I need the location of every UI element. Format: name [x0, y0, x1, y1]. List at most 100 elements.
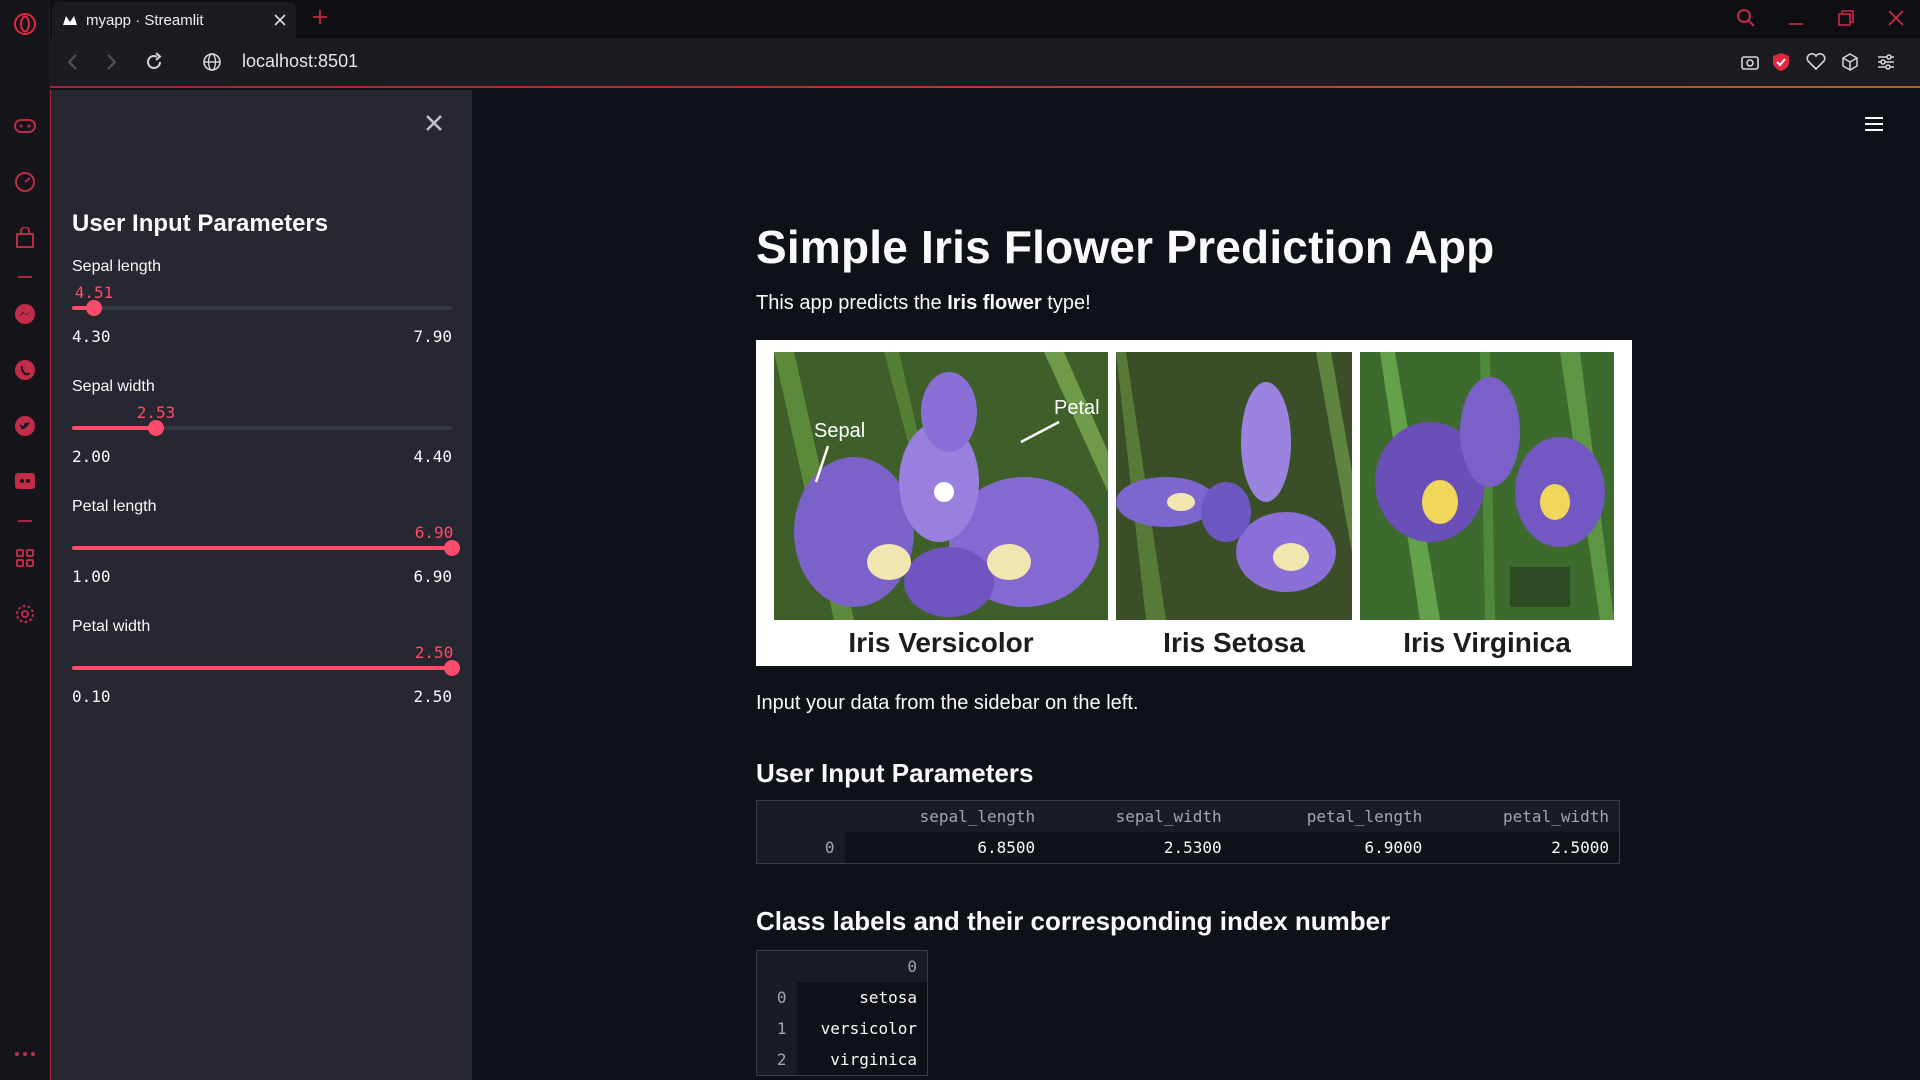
browser-tab[interactable]: myapp · Streamlit: [52, 2, 296, 38]
new-tab-icon[interactable]: [312, 9, 328, 25]
reload-icon[interactable]: [144, 52, 164, 72]
close-tab-icon[interactable]: [274, 14, 286, 26]
row-index: 1: [756, 1013, 797, 1044]
minimize-icon[interactable]: [1786, 8, 1806, 28]
row-index: 2: [756, 1044, 797, 1076]
user-input-dataframe[interactable]: sepal_length sepal_width petal_length pe…: [756, 800, 1620, 864]
twitter-icon[interactable]: [13, 414, 37, 438]
close-sidebar-icon[interactable]: [425, 114, 443, 132]
search-tabs-icon[interactable]: [1736, 8, 1756, 28]
slider-label: Sepal length: [72, 258, 161, 275]
slider-min: 4.30: [72, 327, 111, 346]
shopping-bag-icon[interactable]: [13, 226, 37, 250]
slider-track[interactable]: [72, 540, 460, 556]
url-field[interactable]: localhost:8501: [242, 51, 358, 72]
petal-width-slider[interactable]: Petal width 2.50 0.10 2.50: [72, 618, 460, 716]
site-info-globe-icon[interactable]: [202, 52, 222, 72]
snapshot-camera-icon[interactable]: [1740, 53, 1760, 71]
messenger-icon[interactable]: [13, 302, 37, 326]
slider-max: 7.90: [413, 327, 452, 346]
class-labels-dataframe[interactable]: 0 0 setosa 1 versicolor 2 virginica: [756, 950, 928, 1076]
caption-setosa: Iris Setosa: [1163, 627, 1305, 658]
tab-strip: myapp · Streamlit: [50, 0, 1920, 38]
streamlit-sidebar: User Input Parameters Sepal length 4.51 …: [50, 90, 472, 1080]
column-header[interactable]: sepal_width: [1045, 800, 1232, 832]
sidebar-heading: User Input Parameters: [72, 210, 329, 237]
params-heading: User Input Parameters: [756, 758, 1034, 788]
instruction-text: Input your data from the sidebar on the …: [756, 692, 1139, 714]
slider-thumb[interactable]: [86, 300, 102, 316]
slider-value: 6.90: [414, 523, 454, 542]
workspaces-icon[interactable]: [13, 546, 37, 570]
slider-fill: [72, 426, 156, 430]
table-cell[interactable]: versicolor: [796, 1013, 928, 1044]
slider-label: Petal length: [72, 498, 157, 515]
petal-length-slider[interactable]: Petal length 6.90 1.00 6.90: [72, 498, 460, 596]
settings-gear-icon[interactable]: [13, 602, 37, 626]
column-header[interactable]: sepal_length: [844, 800, 1046, 832]
address-bar: localhost:8501: [50, 38, 1920, 88]
table-row: 1 versicolor: [756, 1013, 928, 1044]
slider-min: 0.10: [72, 687, 111, 706]
table-cell[interactable]: 2.5000: [1432, 832, 1620, 864]
forward-icon[interactable]: [102, 53, 120, 71]
extensions-cube-icon[interactable]: [1840, 52, 1860, 72]
row-index: 0: [756, 982, 797, 1013]
iris-virginica-photo: [1360, 352, 1614, 620]
slider-max: 2.50: [413, 687, 452, 706]
slider-label: Sepal width: [72, 378, 155, 395]
table-header-row: 0: [756, 950, 928, 982]
caption-versicolor: Iris Versicolor: [848, 627, 1034, 658]
slider-min: 2.00: [72, 447, 111, 466]
slider-track[interactable]: [72, 300, 452, 316]
iris-versicolor-photo: Sepal Petal: [774, 352, 1108, 620]
hamburger-menu-icon[interactable]: [1864, 116, 1884, 132]
column-header[interactable]: petal_length: [1231, 800, 1433, 832]
easy-setup-icon[interactable]: [1876, 53, 1896, 71]
table-cell[interactable]: setosa: [796, 982, 928, 1013]
table-cell[interactable]: 2.5300: [1045, 832, 1232, 864]
sepal-width-slider[interactable]: Sepal width 2.53 2.00 4.40: [72, 378, 452, 476]
whatsapp-icon[interactable]: [13, 358, 37, 382]
close-window-icon[interactable]: [1886, 8, 1906, 28]
streamlit-favicon-icon: [62, 14, 78, 26]
back-icon[interactable]: [64, 53, 82, 71]
bookmark-heart-icon[interactable]: [1806, 53, 1826, 71]
slider-fill: [72, 666, 452, 670]
sepal-annotation: Sepal: [814, 420, 866, 442]
table-cell[interactable]: virginica: [796, 1044, 928, 1076]
slider-min: 1.00: [72, 567, 111, 586]
table-cell[interactable]: 6.8500: [844, 832, 1046, 864]
classes-heading: Class labels and their corresponding ind…: [756, 906, 1391, 936]
index-header: [756, 950, 797, 982]
slider-thumb[interactable]: [444, 540, 460, 556]
main-content: Simple Iris Flower Prediction App This a…: [472, 90, 1920, 1080]
column-header[interactable]: 0: [796, 950, 928, 982]
slider-track[interactable]: [72, 420, 452, 436]
index-header: [756, 800, 845, 832]
slider-fill: [72, 546, 452, 550]
slider-track[interactable]: [72, 660, 460, 676]
slider-thumb[interactable]: [148, 420, 164, 436]
column-header[interactable]: petal_width: [1432, 800, 1620, 832]
more-options-icon[interactable]: [13, 1042, 37, 1066]
tab-title: myapp · Streamlit: [86, 11, 204, 29]
discord-icon[interactable]: [13, 470, 37, 494]
sepal-pointer-line: [814, 445, 830, 483]
slider-thumb[interactable]: [444, 660, 460, 676]
rail-divider: [18, 520, 32, 522]
slider-max: 6.90: [413, 567, 452, 586]
intro-text-post: type!: [1041, 292, 1091, 314]
table-row: 2 virginica: [756, 1044, 928, 1076]
restore-window-icon[interactable]: [1836, 8, 1856, 28]
speedometer-icon[interactable]: [13, 170, 37, 194]
row-index: 0: [756, 832, 845, 864]
adblock-shield-icon[interactable]: [1772, 52, 1790, 72]
table-cell[interactable]: 6.9000: [1231, 832, 1433, 864]
gamepad-icon[interactable]: [13, 114, 37, 138]
sepal-length-slider[interactable]: Sepal length 4.51 4.30 7.90: [72, 258, 452, 356]
page-title: Simple Iris Flower Prediction App: [756, 221, 1495, 273]
slider-max: 4.40: [413, 447, 452, 466]
opera-logo-icon[interactable]: [13, 12, 37, 36]
petal-pointer-line: [1020, 420, 1060, 444]
